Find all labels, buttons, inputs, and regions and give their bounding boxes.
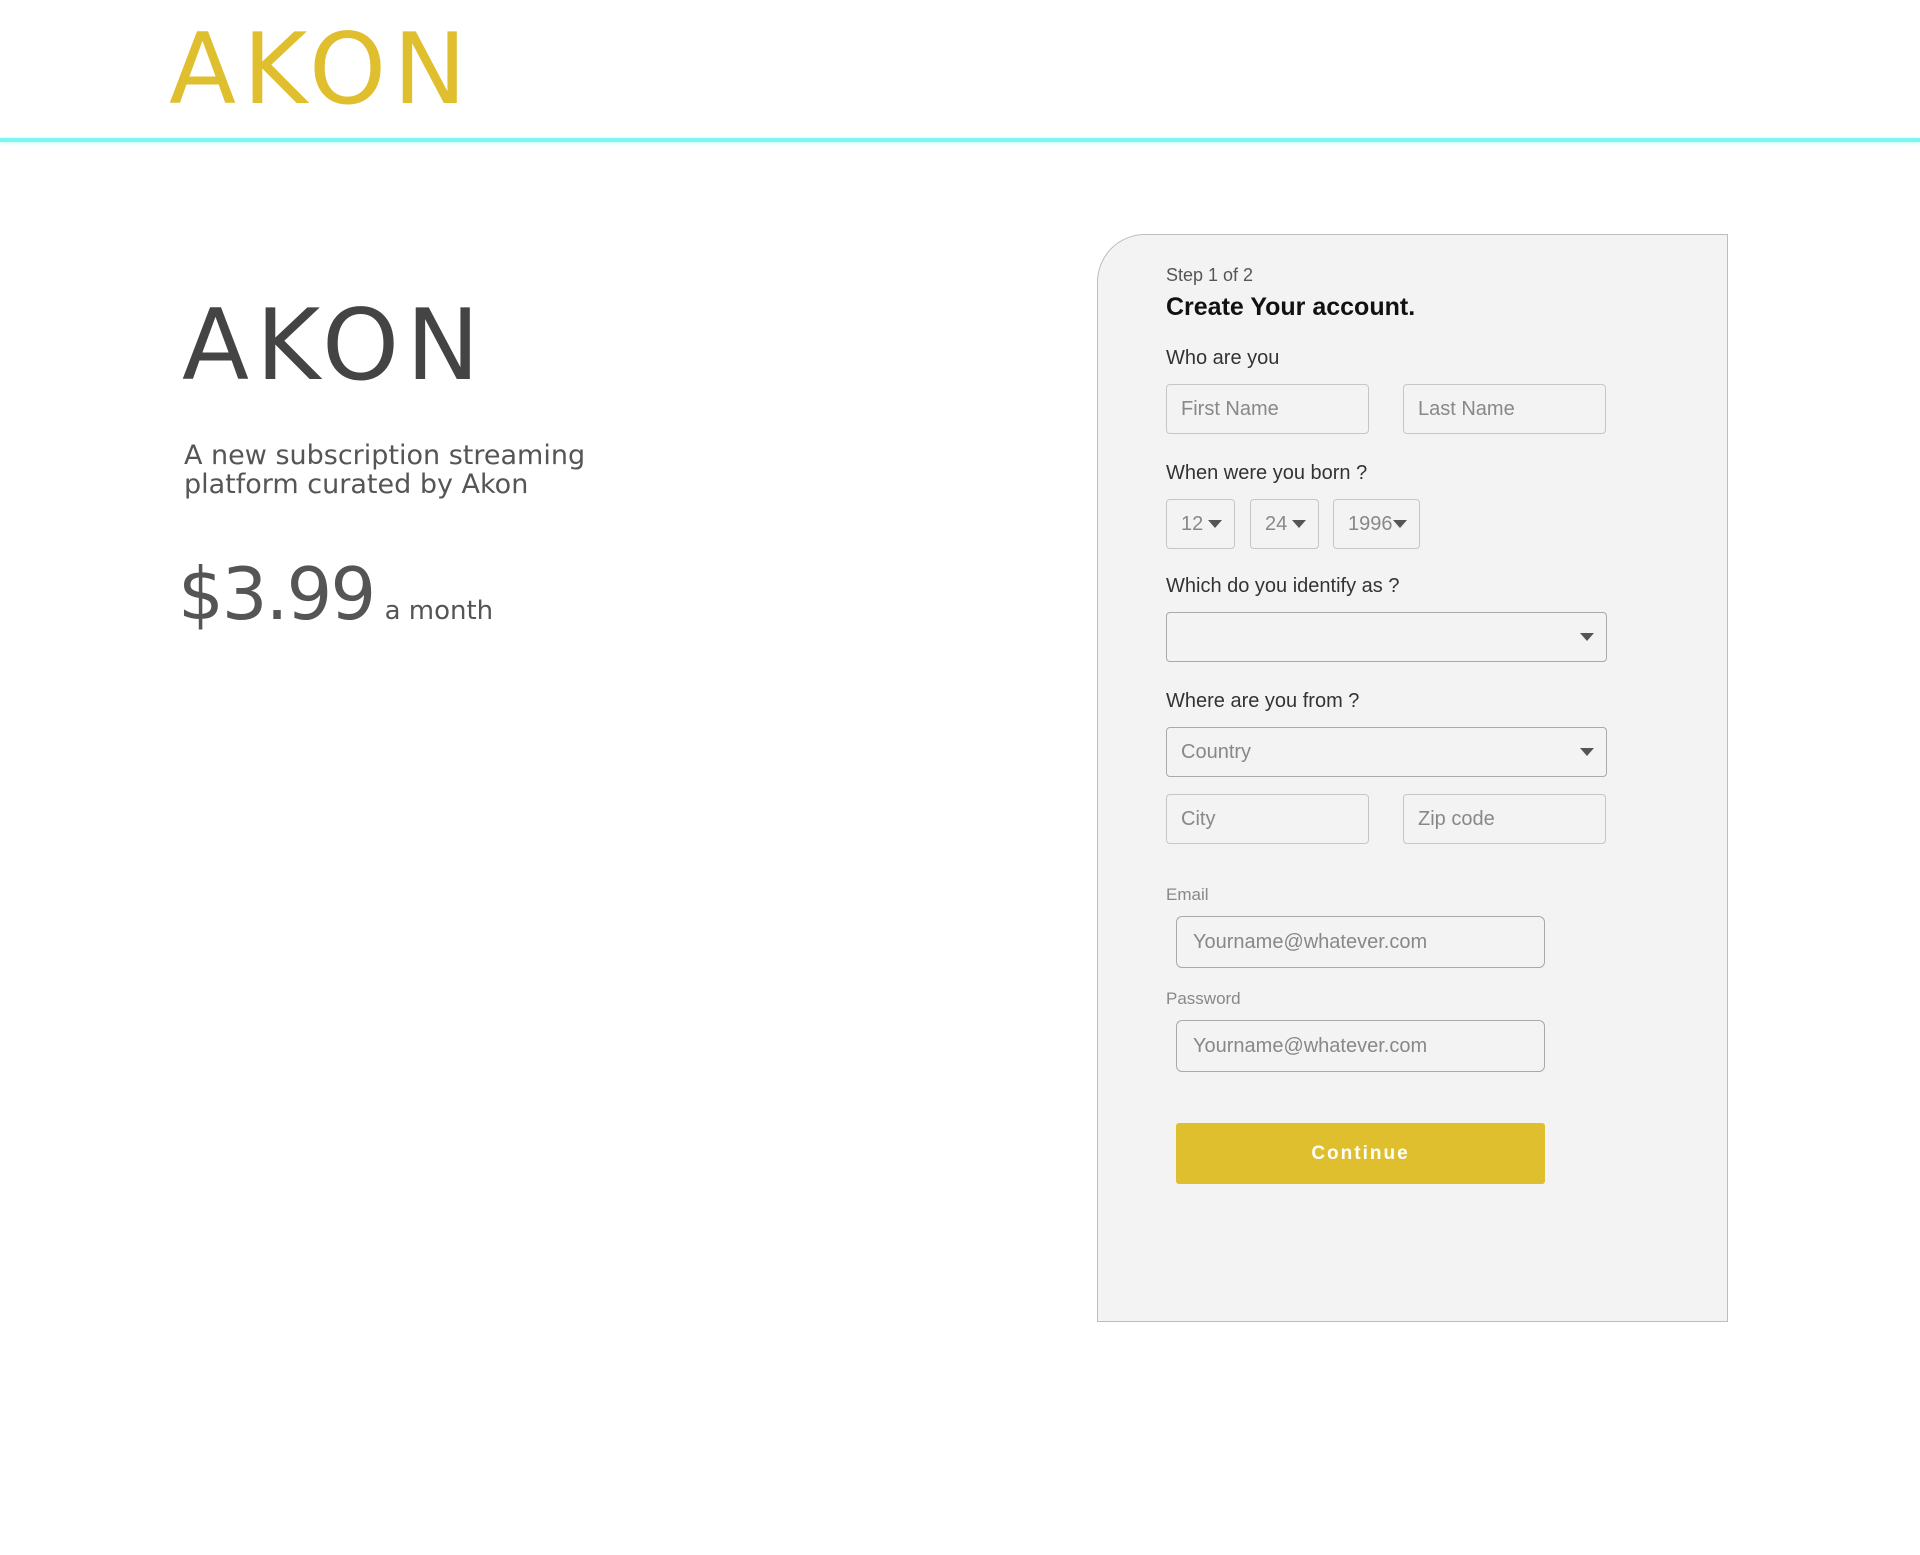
header-divider bbox=[0, 138, 1920, 142]
caret-down-icon bbox=[1208, 520, 1222, 528]
caret-down-icon bbox=[1580, 748, 1594, 756]
password-label: Password bbox=[1166, 989, 1241, 1008]
caret-down-icon bbox=[1580, 633, 1594, 641]
hero-description: A new subscription streaming platform cu… bbox=[184, 440, 586, 500]
birth-year-value: 1996 bbox=[1348, 513, 1393, 535]
birth-month-value: 12 bbox=[1181, 513, 1204, 535]
last-name-input[interactable]: Last Name bbox=[1403, 384, 1606, 434]
price-period: a month bbox=[384, 596, 494, 626]
price-row: $3.99 a month bbox=[178, 552, 493, 636]
birth-month-select[interactable]: 12 bbox=[1166, 499, 1235, 549]
birth-day-select[interactable]: 24 bbox=[1250, 499, 1319, 549]
birth-day-value: 24 bbox=[1265, 513, 1288, 535]
identify-label: Which do you identify as ? bbox=[1166, 575, 1400, 597]
caret-down-icon bbox=[1292, 520, 1306, 528]
continue-button[interactable]: Continue bbox=[1176, 1123, 1545, 1184]
price-amount: $3.99 bbox=[178, 552, 376, 636]
step-indicator: Step 1 of 2 bbox=[1166, 265, 1254, 285]
form-title: Create Your account. bbox=[1166, 293, 1416, 321]
identify-select[interactable] bbox=[1166, 612, 1607, 662]
city-input[interactable]: City bbox=[1166, 794, 1369, 844]
country-placeholder: Country bbox=[1181, 741, 1252, 763]
brand-logo[interactable]: AKON bbox=[169, 12, 473, 130]
signup-card: Step 1 of 2 Create Your account. Who are… bbox=[1097, 234, 1728, 1322]
password-input[interactable]: Yourname@whatever.com bbox=[1176, 1020, 1545, 1072]
hero-title: AKON bbox=[182, 289, 487, 403]
birth-year-select[interactable]: 1996 bbox=[1333, 499, 1420, 549]
email-input[interactable]: Yourname@whatever.com bbox=[1176, 916, 1545, 968]
zip-code-input[interactable]: Zip code bbox=[1403, 794, 1606, 844]
site-header: AKON bbox=[0, 0, 1920, 142]
from-label: Where are you from ? bbox=[1166, 690, 1360, 712]
caret-down-icon bbox=[1393, 520, 1407, 528]
first-name-input[interactable]: First Name bbox=[1166, 384, 1369, 434]
email-label: Email bbox=[1166, 885, 1209, 904]
who-label: Who are you bbox=[1166, 347, 1280, 369]
born-label: When were you born ? bbox=[1166, 462, 1368, 484]
country-select[interactable]: Country bbox=[1166, 727, 1607, 777]
